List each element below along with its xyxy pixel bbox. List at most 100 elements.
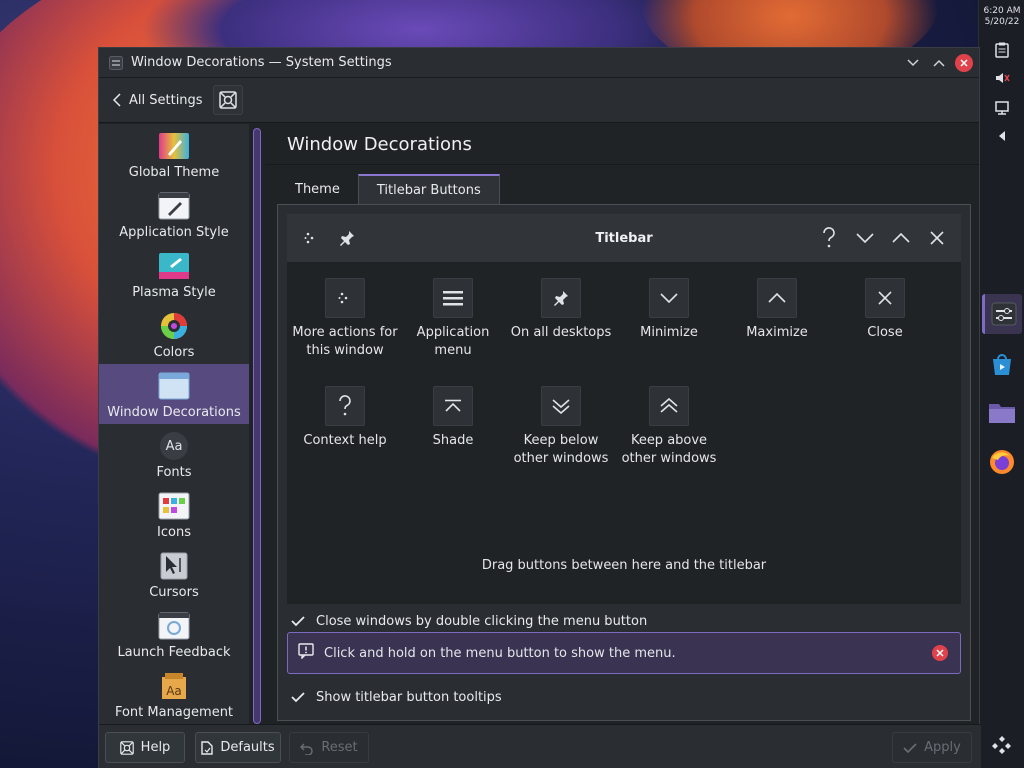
sidebar-item-plasma-style[interactable]: Plasma Style [99, 244, 249, 304]
sidebar-scrollbar[interactable] [253, 128, 261, 724]
drag-hint: Drag buttons between here and the titleb… [481, 558, 767, 573]
reset-button-label: Reset [321, 740, 358, 755]
app-launcher-icon[interactable] [992, 735, 1012, 755]
plasma-style-icon [158, 251, 190, 281]
palette-item-more-actions[interactable]: More actions for this window [291, 278, 399, 360]
sidebar-item-font-management[interactable]: Aa Font Management [99, 664, 249, 724]
sidebar-item-fonts[interactable]: Aa Fonts [99, 424, 249, 484]
close-icon[interactable] [919, 220, 955, 256]
sidebar-item-global-theme[interactable]: Global Theme [99, 124, 249, 184]
close-on-double-click-option[interactable]: Close windows by double clicking the men… [290, 611, 647, 631]
help-button-label: Help [140, 740, 171, 755]
sidebar-item-colors[interactable]: Colors [99, 304, 249, 364]
more-actions-icon [325, 278, 365, 318]
sidebar-item-launch-feedback[interactable]: Launch Feedback [99, 604, 249, 664]
titlebar-buttons-panel: Titlebar More actions for this window Ap… [277, 204, 971, 721]
info-message-bar: Click and hold on the menu button to sho… [287, 632, 961, 674]
palette-item-label: Context help [303, 433, 387, 448]
help-lifebuoy-icon [119, 740, 134, 755]
chevron-down-icon [649, 278, 689, 318]
palette-item-maximize[interactable]: Maximize [723, 278, 831, 342]
defaults-button-label: Defaults [220, 740, 275, 755]
apply-button[interactable]: Apply [892, 732, 972, 763]
font-management-icon: Aa [158, 671, 190, 701]
fonts-icon-glyph: Aa [160, 432, 188, 460]
settings-sidebar: Global Theme Application Style Plasma St… [99, 124, 249, 768]
expand-tray-icon[interactable] [992, 126, 1012, 146]
system-settings-icon [991, 302, 1016, 326]
sidebar-item-application-style[interactable]: Application Style [99, 184, 249, 244]
icons-icon [158, 491, 190, 521]
checkbox-checked-icon[interactable] [290, 689, 306, 705]
palette-item-minimize[interactable]: Minimize [615, 278, 723, 342]
palette-item-label: Keep below other windows [513, 433, 609, 466]
pin-icon[interactable] [329, 220, 365, 256]
palette-item-label: More actions for this window [292, 325, 398, 358]
shade-icon [433, 386, 473, 426]
more-actions-icon[interactable] [293, 220, 329, 256]
firefox-icon [990, 450, 1014, 474]
application-style-icon [158, 191, 190, 221]
palette-item-application-menu[interactable]: Application menu [399, 278, 507, 360]
option-label: Show titlebar button tooltips [316, 689, 502, 705]
close-button[interactable] [955, 54, 973, 72]
chevron-down-icon[interactable] [847, 220, 883, 256]
task-system-settings[interactable] [982, 294, 1022, 334]
system-settings-window: Window Decorations — System Settings All… [98, 47, 981, 768]
show-tooltips-option[interactable]: Show titlebar button tooltips [290, 687, 502, 707]
clock[interactable]: 6:20 AM 5/20/22 [979, 6, 1024, 28]
help-icon[interactable] [811, 220, 847, 256]
help-button[interactable]: Help [105, 732, 185, 763]
window-titlebar[interactable]: Window Decorations — System Settings [99, 48, 979, 78]
reset-button[interactable]: Reset [289, 732, 369, 763]
window-title: Window Decorations — System Settings [131, 55, 392, 70]
tab-titlebar-buttons[interactable]: Titlebar Buttons [357, 174, 500, 204]
window-controls [903, 53, 973, 73]
chevron-up-icon[interactable] [883, 220, 919, 256]
palette-item-keep-above[interactable]: Keep above other windows [615, 386, 723, 468]
palette-item-label: Shade [432, 433, 474, 448]
task-files[interactable] [982, 392, 1022, 432]
keep-above-icon [649, 386, 689, 426]
dismiss-message-button[interactable] [932, 645, 948, 661]
close-icon [960, 59, 968, 67]
sidebar-item-cursors[interactable]: Cursors [99, 544, 249, 604]
palette-item-label: Keep above other windows [621, 433, 717, 466]
sidebar-item-icons[interactable]: Icons [99, 484, 249, 544]
info-icon [298, 643, 314, 663]
palette-item-close[interactable]: Close [831, 278, 939, 342]
titlebar-preview[interactable]: Titlebar [287, 214, 961, 262]
sidebar-item-window-decorations[interactable]: Window Decorations [99, 364, 249, 424]
window-decorations-icon [158, 371, 190, 401]
task-discover[interactable] [982, 344, 1022, 384]
highlight-changed-settings-button[interactable] [212, 85, 243, 115]
checkmark-icon [903, 742, 917, 753]
folder-icon [989, 404, 1015, 423]
task-firefox[interactable] [982, 442, 1022, 482]
document-icon [201, 740, 214, 755]
settings-content: Window Decorations Theme Titlebar Button… [265, 124, 979, 768]
clipboard-icon[interactable] [992, 40, 1012, 60]
palette-item-on-all-desktops[interactable]: On all desktops [507, 278, 615, 342]
volume-muted-icon[interactable] [992, 68, 1012, 88]
network-icon[interactable] [992, 98, 1012, 118]
maximize-button[interactable] [929, 53, 949, 73]
dialog-button-bar: Help Defaults Reset Apply [99, 724, 981, 768]
more-actions-icon[interactable] [107, 54, 125, 72]
minimize-button[interactable] [903, 53, 923, 73]
palette-item-context-help[interactable]: Context help [291, 386, 399, 450]
settings-toolbar: All Settings [99, 78, 979, 123]
close-icon [936, 649, 944, 657]
defaults-button[interactable]: Defaults [195, 732, 281, 763]
sidebar-item-label: Colors [153, 345, 195, 360]
tab-theme[interactable]: Theme [277, 174, 358, 204]
palette-item-keep-below[interactable]: Keep below other windows [507, 386, 615, 468]
info-message-text: Click and hold on the menu button to sho… [324, 645, 676, 661]
palette-item-label: Application menu [416, 325, 490, 358]
svg-text:Aa: Aa [166, 684, 182, 698]
all-settings-button[interactable]: All Settings [113, 93, 203, 108]
sidebar-item-label: Plasma Style [132, 285, 216, 300]
checkbox-checked-icon[interactable] [290, 613, 306, 629]
global-theme-icon [158, 131, 190, 161]
palette-item-shade[interactable]: Shade [399, 386, 507, 450]
